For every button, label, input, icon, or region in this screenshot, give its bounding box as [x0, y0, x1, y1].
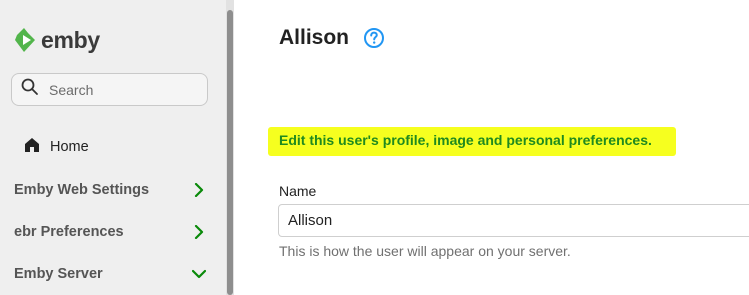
search-input[interactable] — [47, 80, 201, 99]
sidebar-section-emby-server[interactable]: Emby Server — [14, 263, 206, 285]
chevron-right-icon — [192, 183, 206, 197]
name-field[interactable] — [278, 204, 749, 237]
sidebar-section-label: Emby Web Settings — [14, 182, 150, 198]
sidebar-section-label: ebr Preferences — [14, 224, 124, 240]
emby-logo-icon — [15, 28, 37, 52]
sidebar-item-home[interactable]: Home — [24, 136, 89, 158]
search-icon — [12, 78, 39, 101]
sidebar-scrollbar-thumb[interactable] — [227, 10, 233, 295]
chevron-right-icon — [192, 225, 206, 239]
chevron-down-icon — [192, 267, 206, 281]
sidebar: emby Home Emby Web Settings — [0, 0, 226, 295]
name-field-label: Name — [279, 183, 317, 199]
sidebar-section-label: Emby Server — [14, 266, 103, 282]
emby-logo[interactable]: emby — [15, 25, 100, 55]
home-icon — [24, 137, 40, 158]
sidebar-section-emby-web-settings[interactable]: Emby Web Settings — [14, 179, 206, 201]
logo-text: emby — [41, 26, 100, 53]
sidebar-item-label: Home — [50, 139, 89, 155]
page-description: Edit this user's profile, image and pers… — [279, 132, 652, 148]
help-circle-icon[interactable] — [363, 27, 385, 49]
sidebar-section-ebr-preferences[interactable]: ebr Preferences — [14, 221, 206, 243]
page-title: Allison — [279, 26, 350, 49]
search-box[interactable] — [11, 73, 208, 106]
name-field-helper: This is how the user will appear on your… — [279, 243, 571, 259]
app-window: emby Home Emby Web Settings — [0, 0, 749, 295]
